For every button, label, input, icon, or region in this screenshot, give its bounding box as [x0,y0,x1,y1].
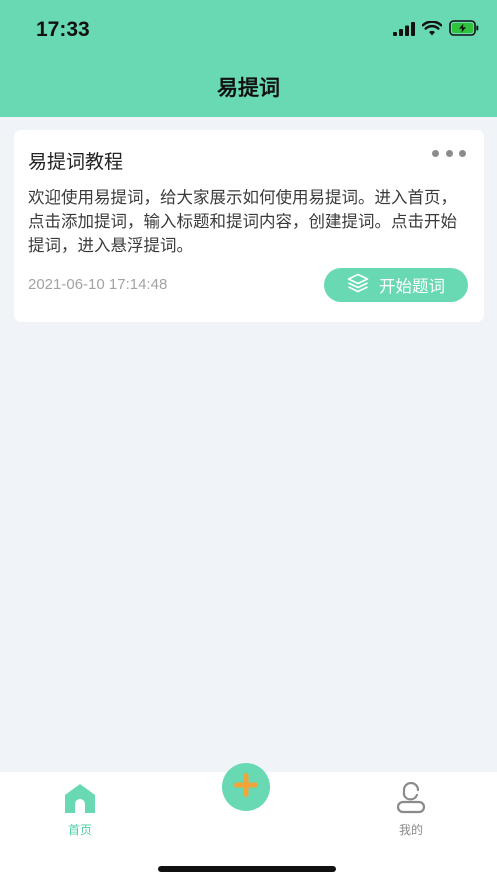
user-icon [395,781,427,818]
card-title: 易提词教程 [28,151,124,173]
add-prompt-button[interactable] [222,763,270,811]
prompt-card[interactable]: 易提词教程 欢迎使用易提词，给大家展示如何使用易提词。进入首页，点击添加提词，输… [14,130,484,322]
card-date: 2021-06-10 17:14:48 [28,276,168,293]
battery-icon [449,20,479,40]
tab-home[interactable]: 首页 [40,782,120,842]
page-title: 易提词 [217,76,280,100]
header: 17:33 易提词 [0,0,497,117]
card-content: 欢迎使用易提词，给大家展示如何使用易提词。进入首页，点击添加提词，输入标题和提词… [28,188,457,255]
tab-home-label: 首页 [67,823,92,837]
status-icons [393,20,479,40]
wifi-icon [421,20,443,40]
signal-icon [393,21,415,40]
home-icon [64,782,96,818]
more-icon[interactable] [432,148,466,158]
status-time: 17:33 [36,18,90,41]
home-indicator [158,866,336,872]
start-button-label: 开始题词 [379,277,445,296]
tab-mine-label: 我的 [398,823,423,837]
status-bar: 17:33 [0,0,497,60]
start-prompt-button[interactable]: 开始题词 [324,268,468,302]
layers-icon [347,273,369,297]
tab-mine[interactable]: 我的 [371,781,451,842]
plus-icon [233,772,259,802]
